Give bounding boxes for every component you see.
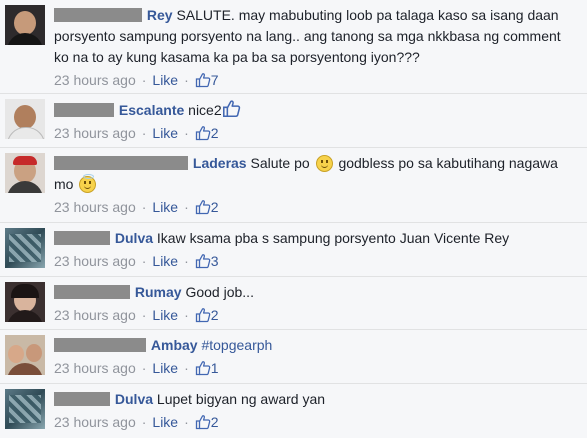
comment-timestamp[interactable]: 23 hours ago [54,199,136,215]
thumbs-up-icon [195,72,211,88]
comment-timestamp[interactable]: 23 hours ago [54,253,136,269]
comment-meta: 23 hours ago · Like · 2 [54,125,219,141]
comment-timestamp[interactable]: 23 hours ago [54,360,136,376]
like-count[interactable]: 2 [195,414,219,430]
comment-text: nice2 [188,102,222,118]
user-avatar[interactable] [5,5,45,45]
smiley-emoticon-icon [315,155,333,172]
comment-text: Salute po [250,155,310,171]
like-button[interactable]: Like [152,125,178,141]
comment-body: Laderas Salute po godbless po sa kabutih… [54,153,579,222]
redacted-name [54,103,114,117]
redacted-name [54,392,110,406]
like-button[interactable]: Like [152,307,178,323]
thumbs-up-icon [195,307,211,323]
comment-timestamp[interactable]: 23 hours ago [54,72,136,88]
like-count[interactable]: 7 [195,72,219,88]
thumbs-up-icon [222,99,241,118]
like-button[interactable]: Like [152,253,178,269]
user-avatar[interactable] [5,153,45,193]
comment-timestamp[interactable]: 23 hours ago [54,414,136,430]
comment-meta: 23 hours ago · Like · 3 [54,253,219,269]
commenter-name[interactable]: Rumay [135,284,182,300]
comment-body: Escalante nice2 23 hours ago · Like · 2 [54,99,579,147]
like-count[interactable]: 2 [195,307,219,323]
comment-text: Ikaw ksama pba s sampung porsyento Juan … [156,230,510,246]
angel-emoticon-icon [79,174,97,193]
like-button[interactable]: Like [152,199,178,215]
like-count[interactable]: 2 [195,199,219,215]
thumbs-up-icon [195,414,211,430]
comment-body: Rumay Good job... 23 hours ago · Like · 2 [54,282,579,329]
comment-item: Ambay #topgearph 23 hours ago · Like · 1 [0,330,587,384]
commenter-name[interactable]: Rey [147,7,173,23]
comment-item: Laderas Salute po godbless po sa kabutih… [0,148,587,223]
thumbs-up-icon [195,199,211,215]
user-avatar[interactable] [5,389,45,429]
user-avatar[interactable] [5,228,45,268]
thumbs-up-icon [195,253,211,269]
comment-body: Dulva Lupet bigyan ng award yan 23 hours… [54,389,579,438]
like-button[interactable]: Like [152,72,178,88]
comment-body: Ambay #topgearph 23 hours ago · Like · 1 [54,335,579,383]
like-button[interactable]: Like [152,414,178,430]
thumbs-up-icon [195,360,211,376]
like-button[interactable]: Like [152,360,178,376]
commenter-name[interactable]: Dulva [115,391,153,407]
user-avatar[interactable] [5,335,45,375]
like-count[interactable]: 3 [195,253,219,269]
comment-text: Lupet bigyan ng award yan [156,391,326,407]
redacted-name [54,231,110,245]
comment-item: Escalante nice2 23 hours ago · Like · 2 [0,94,587,148]
like-count[interactable]: 1 [195,360,219,376]
comment-meta: 23 hours ago · Like · 2 [54,414,219,430]
commenter-name[interactable]: Dulva [115,230,153,246]
user-avatar[interactable] [5,99,45,139]
commenter-name[interactable]: Laderas [193,155,247,171]
comment-meta: 23 hours ago · Like · 1 [54,360,219,376]
comment-meta: 23 hours ago · Like · 2 [54,199,219,215]
comment-timestamp[interactable]: 23 hours ago [54,125,136,141]
comment-list: Rey SALUTE. may mabubuting loob pa talag… [0,0,587,438]
redacted-name [54,338,146,352]
comment-body: Dulva Ikaw ksama pba s sampung porsyento… [54,228,579,276]
redacted-name [54,156,188,170]
comment-text: Good job... [185,284,254,300]
comment-meta: 23 hours ago · Like · 2 [54,307,219,323]
comment-item: Dulva Ikaw ksama pba s sampung porsyento… [0,223,587,277]
commenter-name[interactable]: Ambay [151,337,198,353]
hashtag-link[interactable]: #topgearph [201,337,272,353]
comment-timestamp[interactable]: 23 hours ago [54,307,136,323]
comment-item: Rey SALUTE. may mabubuting loob pa talag… [0,0,587,94]
commenter-name[interactable]: Escalante [119,102,184,118]
user-avatar[interactable] [5,282,45,322]
redacted-name [54,285,130,299]
redacted-name [54,8,142,22]
thumbs-up-icon [195,125,211,141]
like-count[interactable]: 2 [195,125,219,141]
comment-item: Dulva Lupet bigyan ng award yan 23 hours… [0,384,587,438]
comment-item: Rumay Good job... 23 hours ago · Like · 2 [0,277,587,330]
comment-meta: 23 hours ago · Like · 7 [54,72,219,88]
comment-body: Rey SALUTE. may mabubuting loob pa talag… [54,5,579,93]
